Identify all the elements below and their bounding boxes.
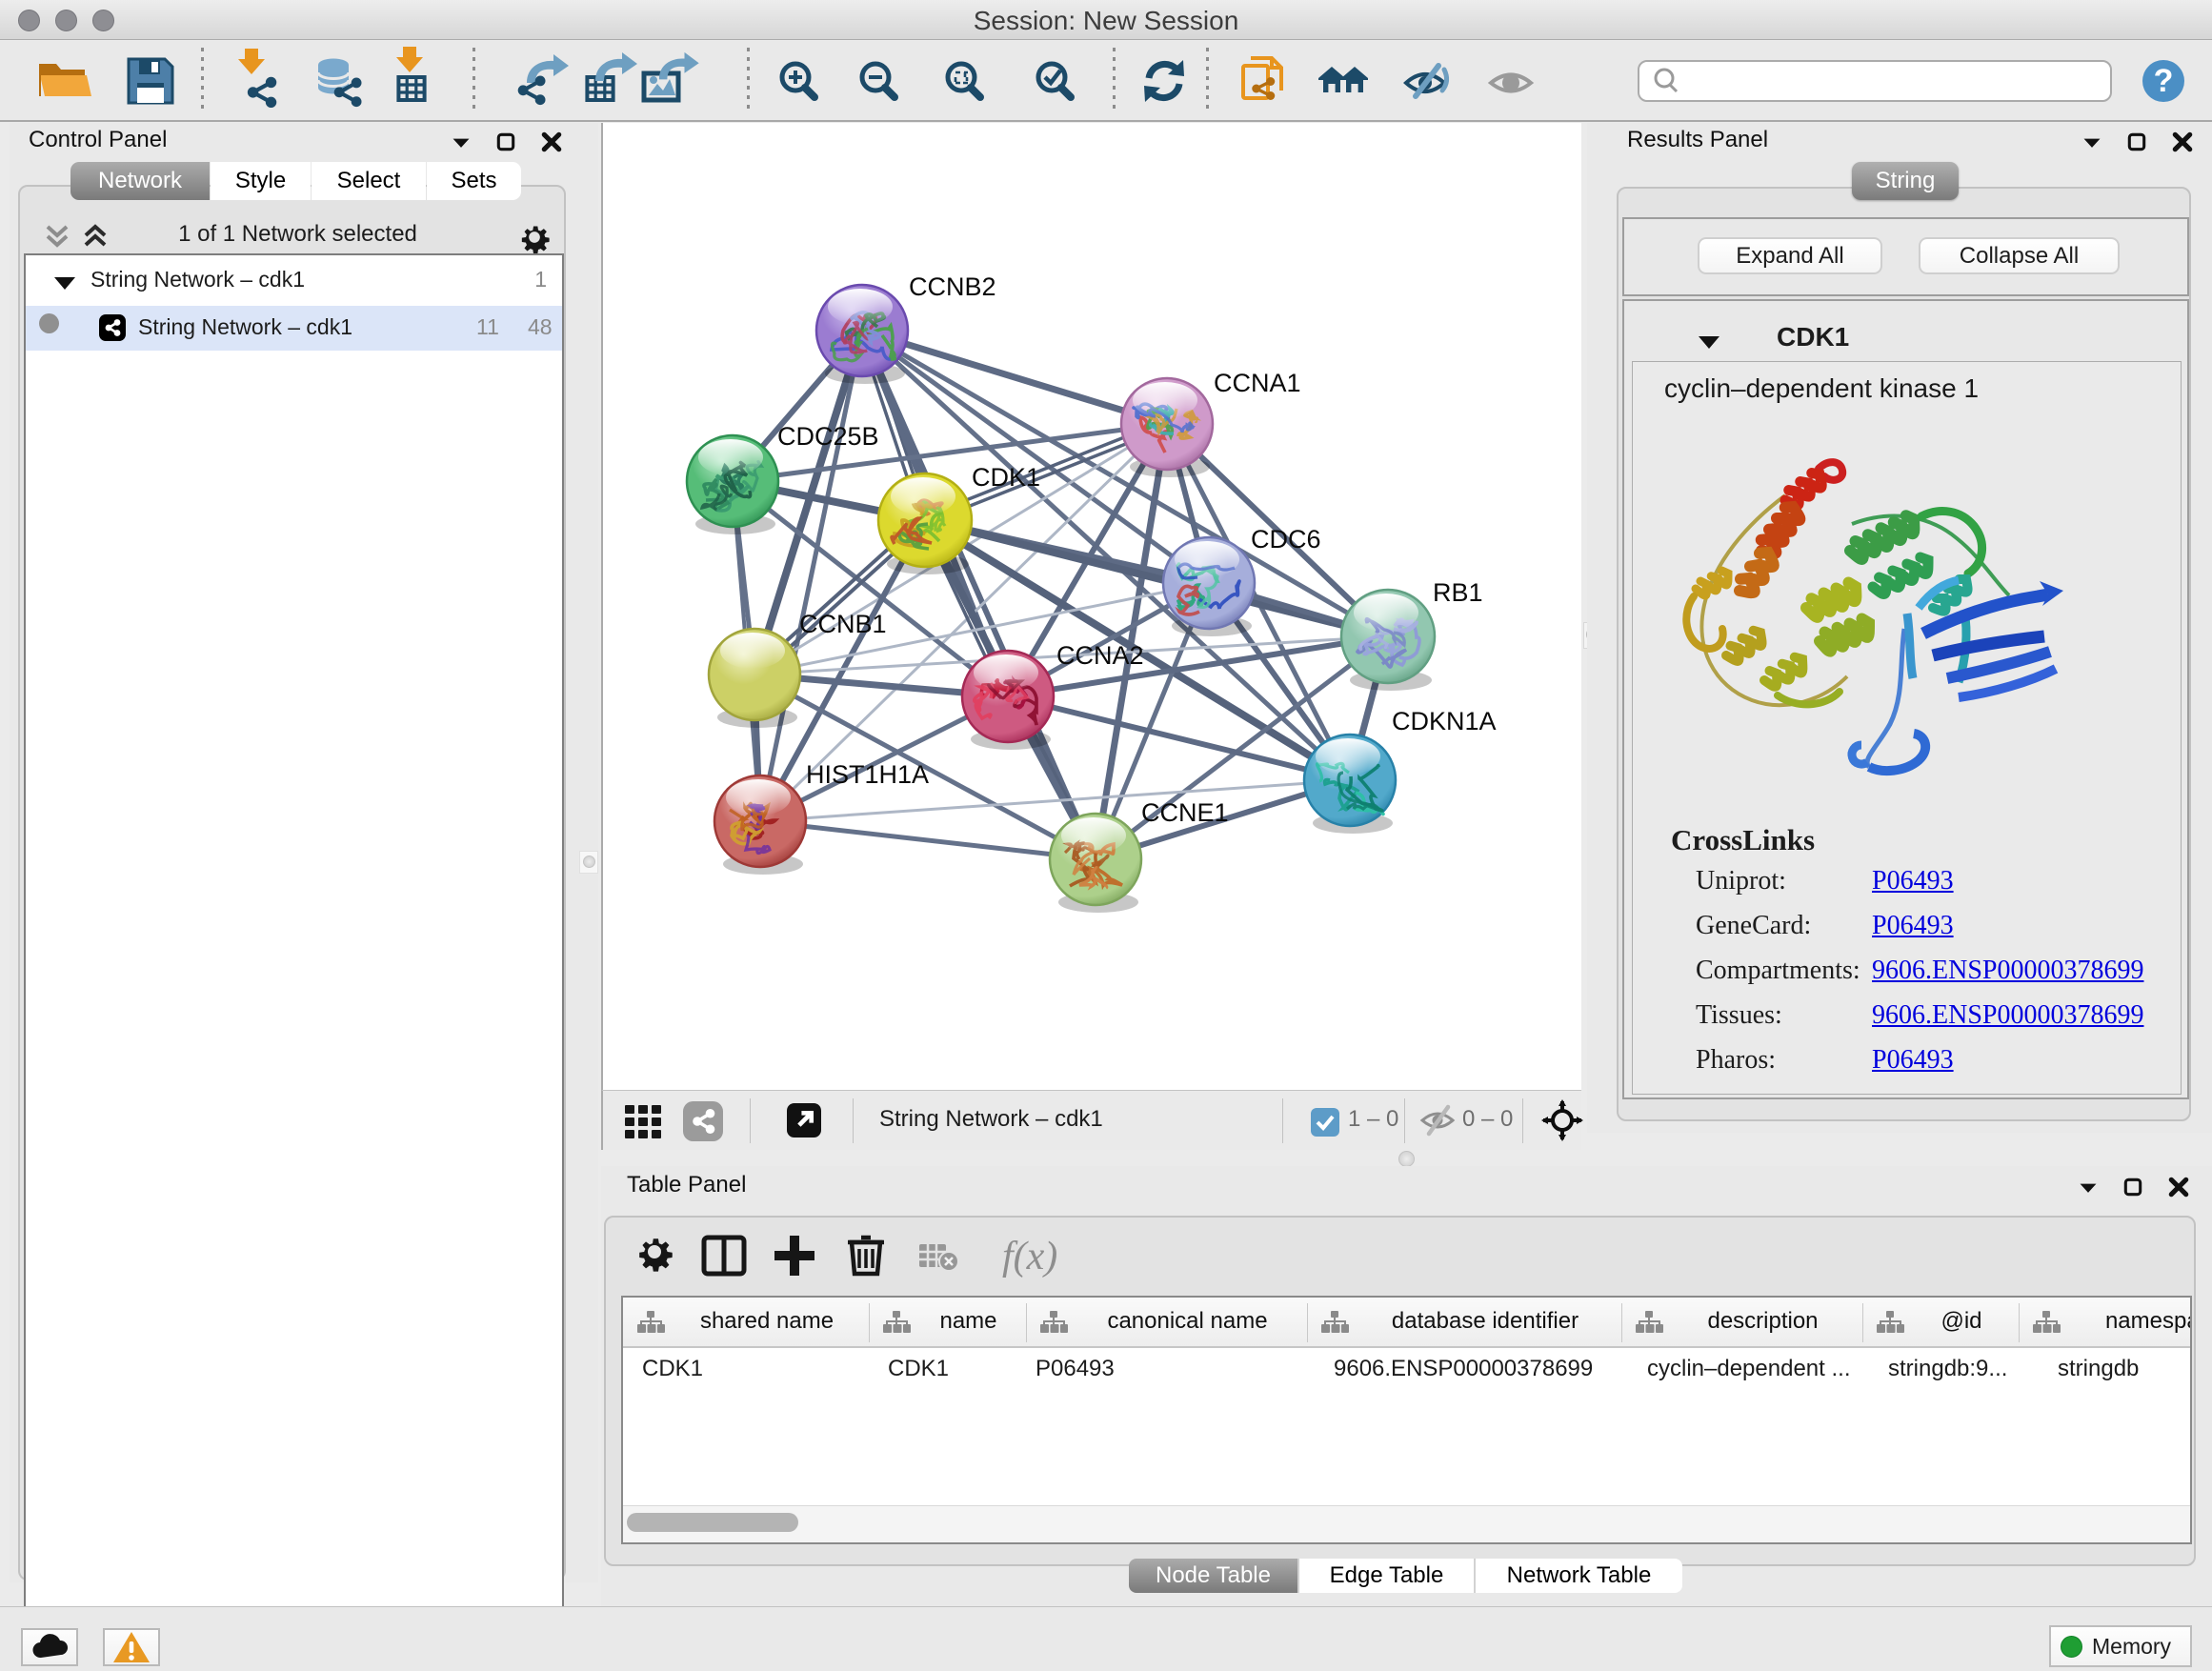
svg-text:RB1: RB1 xyxy=(1433,578,1483,607)
svg-text:CCNB1: CCNB1 xyxy=(799,610,887,638)
svg-text:CDC25B: CDC25B xyxy=(777,422,879,451)
svg-text:CCNE1: CCNE1 xyxy=(1141,798,1229,827)
svg-text:CCNA2: CCNA2 xyxy=(1056,641,1144,670)
svg-text:?: ? xyxy=(2154,63,2174,99)
svg-text:CDKN1A: CDKN1A xyxy=(1392,707,1497,735)
svg-text:CCNB2: CCNB2 xyxy=(909,272,996,301)
svg-text:CDC6: CDC6 xyxy=(1251,525,1321,554)
svg-text:CCNA1: CCNA1 xyxy=(1214,369,1301,397)
svg-text:CDK1: CDK1 xyxy=(972,463,1040,492)
svg-text:HIST1H1A: HIST1H1A xyxy=(806,760,929,789)
svg-text:f(x): f(x) xyxy=(1002,1235,1057,1278)
